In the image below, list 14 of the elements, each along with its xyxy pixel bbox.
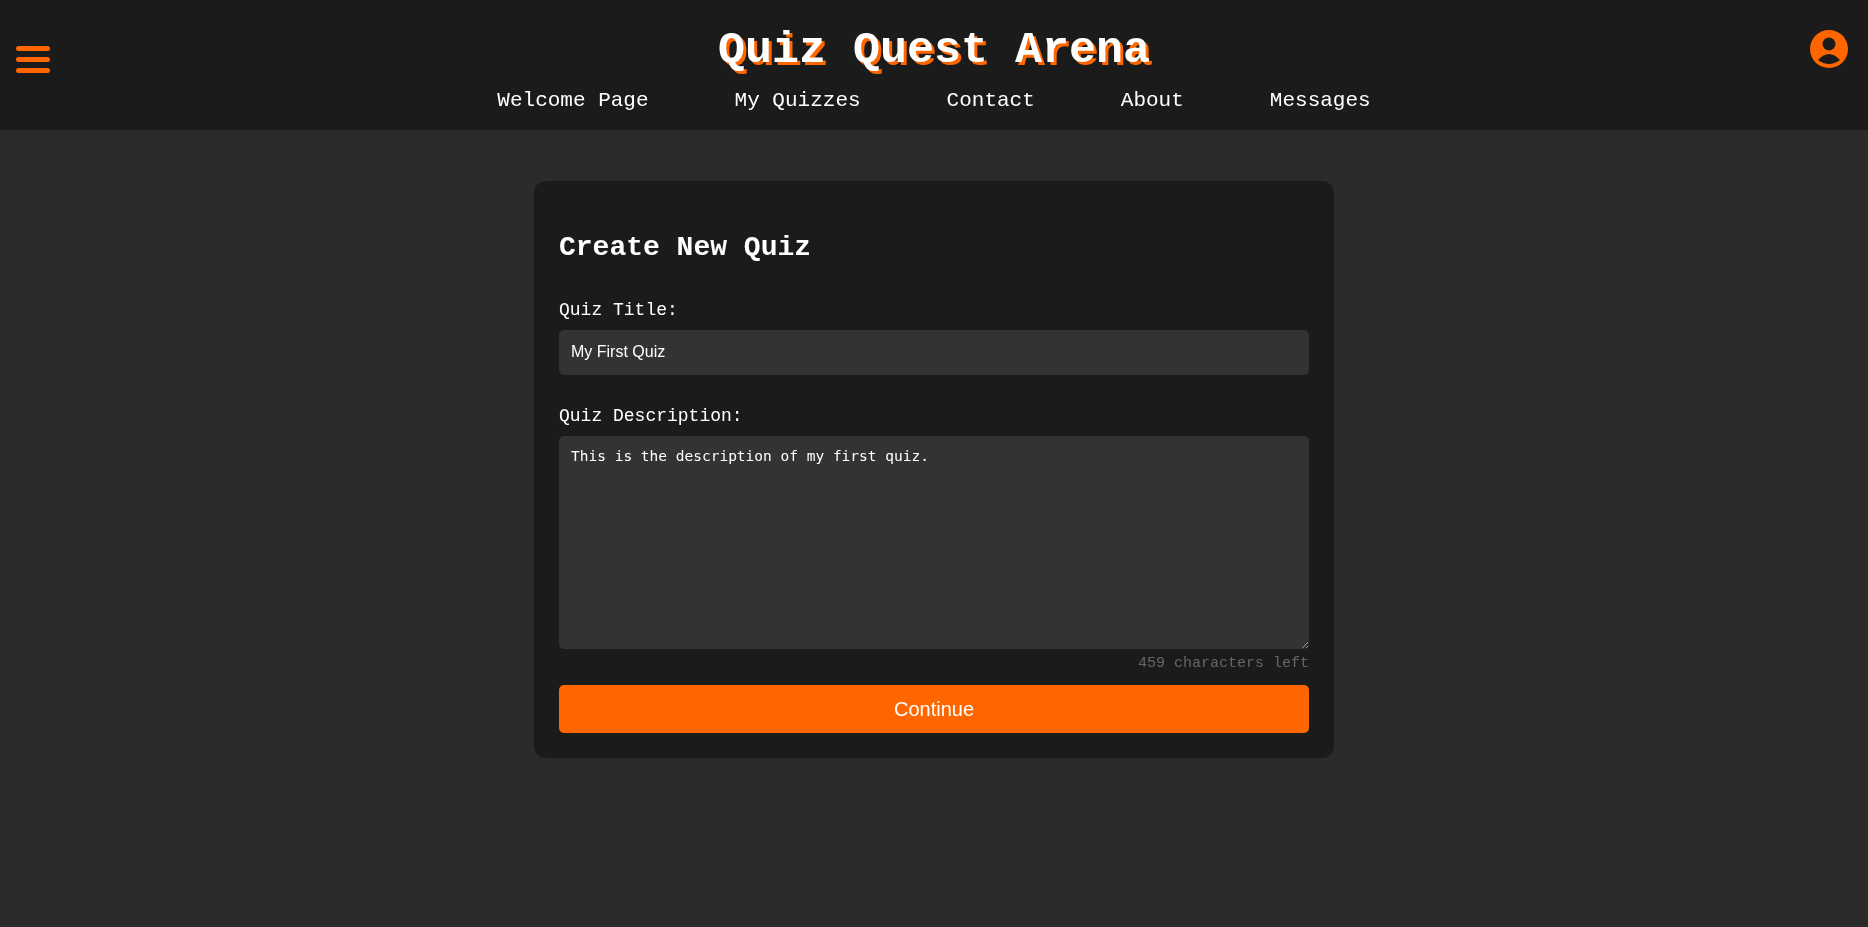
form-heading: Create New Quiz xyxy=(559,231,813,265)
user-icon[interactable] xyxy=(1810,30,1848,68)
nav-link[interactable]: Welcome Page xyxy=(454,85,692,117)
field-label: Quiz Title: xyxy=(559,298,679,322)
description-text-area[interactable]: This is the description of my first quiz. xyxy=(559,435,1309,649)
menu-icon[interactable] xyxy=(16,46,50,74)
field-label: Quiz Description: xyxy=(559,404,744,428)
nav-link[interactable]: My Quizzes xyxy=(691,85,904,117)
title-input-field[interactable]: My First Quiz xyxy=(559,329,1309,375)
site-title: Quiz Quest Arena xyxy=(717,28,1151,73)
nav-link[interactable]: Contact xyxy=(903,85,1078,117)
nav-link[interactable]: Messages xyxy=(1226,85,1414,117)
character-counter: 459 characters left xyxy=(1136,653,1309,674)
nav-link[interactable]: About xyxy=(1077,85,1227,117)
